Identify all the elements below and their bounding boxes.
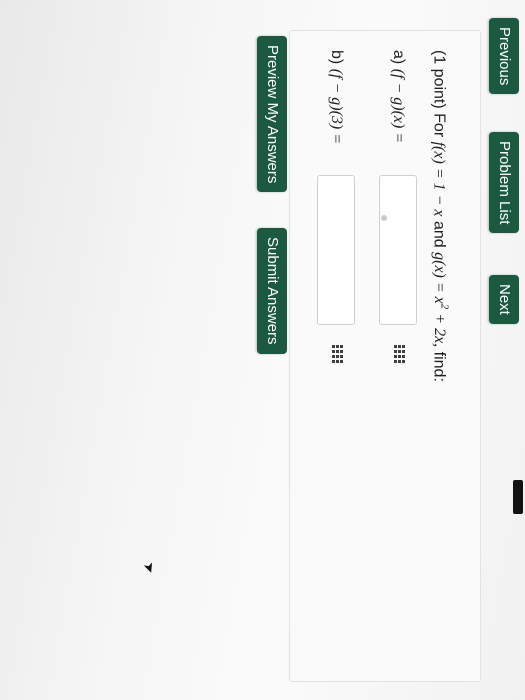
for-word: For xyxy=(430,113,448,138)
g-definition: g(x) = x2 + 2x, xyxy=(430,252,450,348)
dark-decoration xyxy=(513,480,523,514)
part-b-label: b) xyxy=(328,50,345,65)
answer-a-input[interactable] xyxy=(379,175,417,325)
grid-icon[interactable] xyxy=(393,345,407,363)
submit-answers-button[interactable]: Submit Answers xyxy=(257,228,287,354)
next-button[interactable]: Next xyxy=(489,275,519,324)
part-b-expression: (f − g)(3) = xyxy=(328,68,345,145)
part-a-label: a) xyxy=(390,50,407,65)
points-label: (1 point) xyxy=(430,50,448,109)
part-a-expression: (f − g)(x) = xyxy=(390,68,407,144)
problem-panel xyxy=(289,30,481,682)
g-definition-base: g(x) = x xyxy=(430,252,448,304)
previous-button[interactable]: Previous xyxy=(489,18,519,95)
answer-b-input[interactable] xyxy=(317,175,355,325)
rotated-screen: Previous Problem List Next (1 point) For… xyxy=(0,0,525,700)
problem-list-button[interactable]: Problem List xyxy=(489,132,519,234)
preview-answers-button[interactable]: Preview My Answers xyxy=(257,36,287,193)
find-word: find: xyxy=(430,351,448,382)
and-word: and xyxy=(430,220,448,248)
cursor-arrow-icon: ➤ xyxy=(140,559,160,576)
f-definition: f(x) = 1 − x xyxy=(430,141,448,217)
part-b-prompt: b) (f − g)(3) = xyxy=(327,50,345,144)
g-definition-exponent: 2 xyxy=(438,303,450,310)
loading-dot xyxy=(381,215,387,221)
grid-icon[interactable] xyxy=(331,345,345,363)
part-a-prompt: a) (f − g)(x) = xyxy=(389,50,407,143)
g-definition-tail: + 2x, xyxy=(430,313,448,348)
problem-statement: (1 point) For f(x) = 1 − x and g(x) = x2… xyxy=(430,50,450,382)
